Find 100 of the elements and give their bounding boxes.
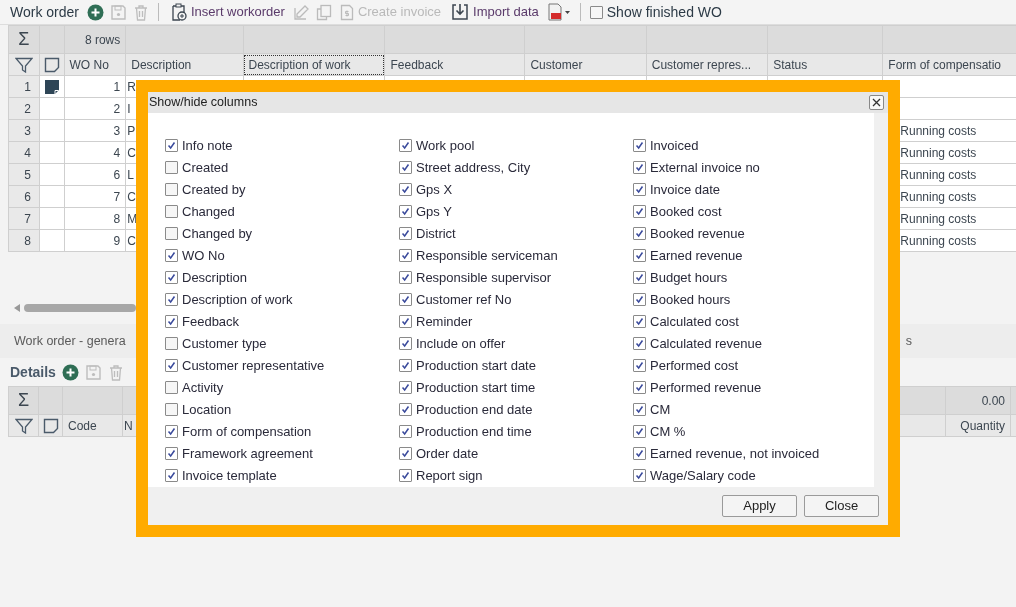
checkbox[interactable] xyxy=(165,293,178,307)
checkbox[interactable] xyxy=(633,381,646,395)
checkbox[interactable] xyxy=(633,249,646,263)
checkbox[interactable] xyxy=(399,337,412,351)
checkbox-label: Form of compensation xyxy=(182,423,312,442)
note-icon[interactable] xyxy=(43,78,60,95)
checkbox[interactable] xyxy=(399,271,412,285)
checkbox[interactable] xyxy=(399,447,412,461)
checkbox[interactable] xyxy=(165,205,178,219)
sum-icon[interactable]: Σ xyxy=(8,386,39,415)
checkbox[interactable] xyxy=(165,249,178,263)
checkbox-label: Report sign xyxy=(416,467,483,486)
dialog-button[interactable]: Close xyxy=(804,494,879,517)
checkbox[interactable] xyxy=(633,425,646,439)
checkbox[interactable] xyxy=(633,359,646,373)
table-cell: Running costs xyxy=(900,233,977,248)
checkbox-label: WO No xyxy=(182,247,225,266)
checkbox[interactable] xyxy=(165,469,178,483)
checkbox[interactable] xyxy=(399,381,412,395)
checkbox[interactable] xyxy=(399,205,412,219)
row-number[interactable]: 5 xyxy=(8,163,40,186)
checkbox[interactable] xyxy=(633,227,646,241)
pdf-icon[interactable] xyxy=(546,3,571,21)
checkbox[interactable] xyxy=(633,183,646,197)
checkbox-label: Calculated cost xyxy=(650,313,739,332)
checkbox-label: Feedback xyxy=(182,313,240,332)
checkbox-label: Gps X xyxy=(416,181,453,200)
checkbox-label: Show finished WO xyxy=(606,2,722,22)
checkbox[interactable] xyxy=(165,359,178,373)
checkbox[interactable] xyxy=(165,381,178,395)
checkbox[interactable] xyxy=(633,469,646,483)
filter-icon[interactable] xyxy=(14,56,33,73)
note-icon[interactable] xyxy=(42,417,59,434)
checkbox[interactable] xyxy=(165,161,178,175)
sum-icon[interactable]: Σ xyxy=(8,25,40,54)
checkbox-label: Production start time xyxy=(416,379,536,398)
checkbox[interactable] xyxy=(633,205,646,219)
row-number[interactable]: 6 xyxy=(8,185,40,208)
checkbox-label: Info note xyxy=(182,137,233,156)
toolbar-button[interactable]: Insert workorder xyxy=(168,2,287,22)
checkbox[interactable] xyxy=(633,161,646,175)
filter-icon[interactable] xyxy=(14,417,33,434)
checkbox[interactable] xyxy=(633,403,646,417)
checkbox[interactable] xyxy=(633,447,646,461)
row-number[interactable]: 3 xyxy=(8,119,40,142)
checkbox-label: Production end time xyxy=(416,423,532,442)
checkbox[interactable] xyxy=(165,425,178,439)
checkbox[interactable] xyxy=(399,403,412,417)
checkbox[interactable] xyxy=(165,271,178,285)
column-header[interactable]: Feedback xyxy=(385,53,525,76)
checkbox[interactable] xyxy=(165,183,178,197)
checkbox[interactable] xyxy=(165,315,178,329)
checkbox[interactable] xyxy=(399,227,412,241)
row-number[interactable]: 7 xyxy=(8,207,40,230)
checkbox[interactable] xyxy=(633,337,646,351)
row-number[interactable]: 8 xyxy=(8,229,40,252)
add-icon[interactable] xyxy=(61,363,79,381)
table-cell: Running costs xyxy=(900,211,977,226)
toolbar-button[interactable]: Import data xyxy=(449,2,541,22)
checkbox[interactable] xyxy=(399,161,412,175)
checkbox[interactable] xyxy=(399,315,412,329)
checkbox[interactable] xyxy=(165,447,178,461)
note-icon[interactable] xyxy=(43,56,60,73)
checkbox-label: Description of work xyxy=(182,291,293,310)
checkbox[interactable] xyxy=(399,293,412,307)
row-number[interactable]: 4 xyxy=(8,141,40,164)
checkbox[interactable] xyxy=(165,227,178,241)
checkbox[interactable] xyxy=(633,315,646,329)
row-number[interactable]: 1 xyxy=(8,75,40,98)
checkbox[interactable] xyxy=(399,249,412,263)
checkbox[interactable] xyxy=(589,5,603,19)
checkbox[interactable] xyxy=(165,337,178,351)
checkbox-label: Budget hours xyxy=(650,269,728,288)
checkbox-label: Responsible serviceman xyxy=(416,247,558,266)
table-cell: P xyxy=(127,123,136,138)
scrollbar-thumb[interactable] xyxy=(24,304,136,312)
checkbox[interactable] xyxy=(399,139,412,153)
checkbox-label: Invoiced xyxy=(650,137,699,156)
checkbox[interactable] xyxy=(399,425,412,439)
invoice-icon xyxy=(339,3,354,21)
checkbox-label: Customer representative xyxy=(182,357,325,376)
checkbox[interactable] xyxy=(399,183,412,197)
checkbox[interactable] xyxy=(165,139,178,153)
row-number[interactable]: 2 xyxy=(8,97,40,120)
checkbox[interactable] xyxy=(633,271,646,285)
tab[interactable]: Work order - genera xyxy=(14,331,126,351)
table-cell: C xyxy=(127,189,136,204)
checkbox-label: Work pool xyxy=(416,137,475,156)
tab[interactable]: s xyxy=(905,331,912,351)
checkbox[interactable] xyxy=(633,139,646,153)
checkbox-label: Production start date xyxy=(416,357,536,376)
scroll-left-icon[interactable] xyxy=(14,304,20,312)
column-header[interactable]: Description of work xyxy=(243,53,385,76)
dialog-button[interactable]: Apply xyxy=(722,494,797,517)
table-cell: Running costs xyxy=(900,167,977,182)
checkbox[interactable] xyxy=(399,359,412,373)
checkbox[interactable] xyxy=(633,293,646,307)
checkbox[interactable] xyxy=(399,469,412,483)
checkbox[interactable] xyxy=(165,403,178,417)
add-icon[interactable] xyxy=(87,3,104,21)
